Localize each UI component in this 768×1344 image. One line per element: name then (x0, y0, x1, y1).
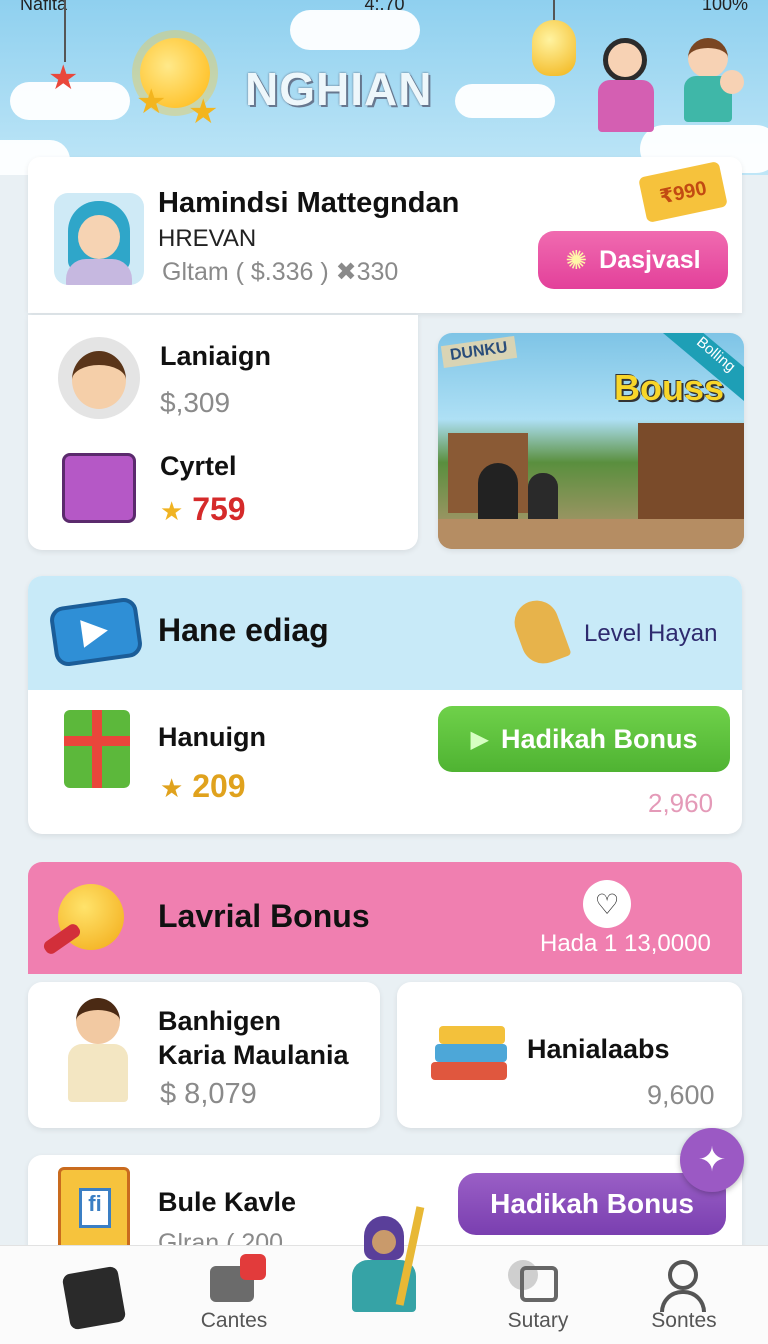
bonus-section-header: Lavrial Bonus ♡ Hada 1 13,0000 (28, 862, 742, 974)
square-icon (520, 1266, 558, 1302)
game-bonus-button[interactable]: ▶ Hadikah Bonus (438, 706, 730, 772)
cloud-decoration (290, 10, 420, 50)
game-item-title: Hanuign (158, 722, 266, 752)
village-scene-image (438, 333, 744, 549)
profile-card: Hamindsi Mattegndan HREVAN Gltam ( $.336… (28, 157, 742, 313)
profile-name: Hamindsi Mattegndan (158, 187, 460, 219)
promo-banner[interactable]: DUNKU Bouss Bolling (438, 333, 744, 549)
gift-icon (64, 710, 130, 788)
notification-badge (240, 1254, 266, 1280)
bonus-books-card[interactable]: Hanialaabs 9,600 (397, 982, 742, 1128)
sparkle-icon: ✦ (697, 1141, 727, 1179)
heart-icon[interactable]: ♡ (583, 880, 631, 928)
star-icon: ★ (160, 773, 184, 803)
books-value: 9,600 (647, 1080, 715, 1110)
coupon-badge: ₹990 (638, 160, 728, 224)
list-item-title: Cyrtel (160, 451, 237, 481)
nav-label: Sontes (651, 1309, 717, 1332)
bonus-amount: Hada 1 13,0000 (540, 930, 711, 957)
bulb-string (553, 0, 555, 22)
bottom-bonus-button[interactable]: Hadikah Bonus (458, 1173, 726, 1235)
game-section-header: Hane ediag Level Hayan (28, 576, 742, 690)
sparkle-icon: ✺ (565, 244, 588, 275)
bonus-person-card[interactable]: Banhigen Karia Maulania $ 8,079 (28, 982, 380, 1128)
nav-item-cantes[interactable]: Cantes (164, 1246, 304, 1344)
game-section-card: Hane ediag Level Hayan Hanuign ★ 209 ▶ H… (28, 576, 742, 834)
star-icon: ★ (136, 83, 167, 121)
profile-code: HREVAN (158, 225, 257, 252)
profile-action-label: Dasjvasl (599, 245, 701, 274)
person-name-line1: Banhigen (158, 1006, 282, 1036)
profile-stats: Gltam ( $.336 ) ✖330 (162, 258, 399, 286)
lightbulb-icon (532, 20, 576, 76)
game-item-value: 209 (192, 768, 246, 804)
bottom-card-title: Bule Kavle (158, 1187, 297, 1217)
list-item-value: $,309 (160, 387, 231, 418)
nav-item-bag[interactable] (22, 1246, 162, 1344)
bag-icon (61, 1265, 127, 1331)
battery-label: 100% (701, 0, 748, 14)
game-section-title: Hane ediag (158, 612, 329, 648)
play-arrow-icon: ▶ (470, 725, 489, 753)
game-secondary-value: 2,960 (648, 788, 714, 818)
woman-illustration-icon (348, 1206, 425, 1326)
banner-badge: Bouss (614, 367, 725, 408)
gift-box-icon (62, 453, 136, 523)
play-icon (48, 596, 144, 668)
books-title: Hanialaabs (527, 1034, 670, 1064)
profile-action-button[interactable]: ✺ Dasjvasl (538, 231, 728, 289)
boy-waving-illustration (58, 998, 138, 1106)
app-header: Nafita 4:.70 100% ★ ★ ★ NGHIAN (0, 0, 768, 175)
star-string (64, 0, 66, 62)
level-label: Level Hayan (584, 620, 718, 647)
ice-cream-icon (508, 594, 572, 670)
floating-action-button[interactable]: ✦ (680, 1128, 744, 1192)
person-value: $ 8,079 (160, 1078, 257, 1110)
avatar (58, 337, 140, 419)
gift-box-icon: fi (58, 1167, 130, 1257)
rewards-list-card: Laniaign $,309 Cyrtel ★ 759 (28, 315, 418, 550)
list-item-value: 759 (192, 491, 246, 527)
nav-item-sontes[interactable]: Sontes (614, 1246, 754, 1344)
cloud-decoration (455, 84, 555, 118)
person-name-line2: Karia Maulania (158, 1040, 349, 1070)
nav-item-sutary[interactable]: Sutary (468, 1246, 608, 1344)
avatar (54, 193, 144, 285)
user-icon (668, 1260, 698, 1290)
nav-item-center[interactable] (312, 1206, 452, 1344)
list-item-title: Laniaign (160, 341, 272, 371)
app-title: NGHIAN (245, 63, 433, 115)
bottom-navigation: Cantes Sutary Sontes (0, 1206, 768, 1344)
bonus-section-title: Lavrial Bonus (158, 898, 370, 934)
nav-label: Cantes (200, 1309, 268, 1332)
star-icon: ★ (188, 93, 219, 131)
star-icon: ★ (160, 496, 184, 526)
nav-label: Sutary (507, 1309, 569, 1332)
books-icon (431, 1022, 511, 1088)
hanging-star-icon: ★ (48, 59, 79, 97)
carrier-label: Nafita (20, 0, 68, 14)
game-bonus-label: Hadikah Bonus (500, 723, 698, 754)
bottom-bonus-label: Hadikah Bonus (490, 1188, 694, 1219)
